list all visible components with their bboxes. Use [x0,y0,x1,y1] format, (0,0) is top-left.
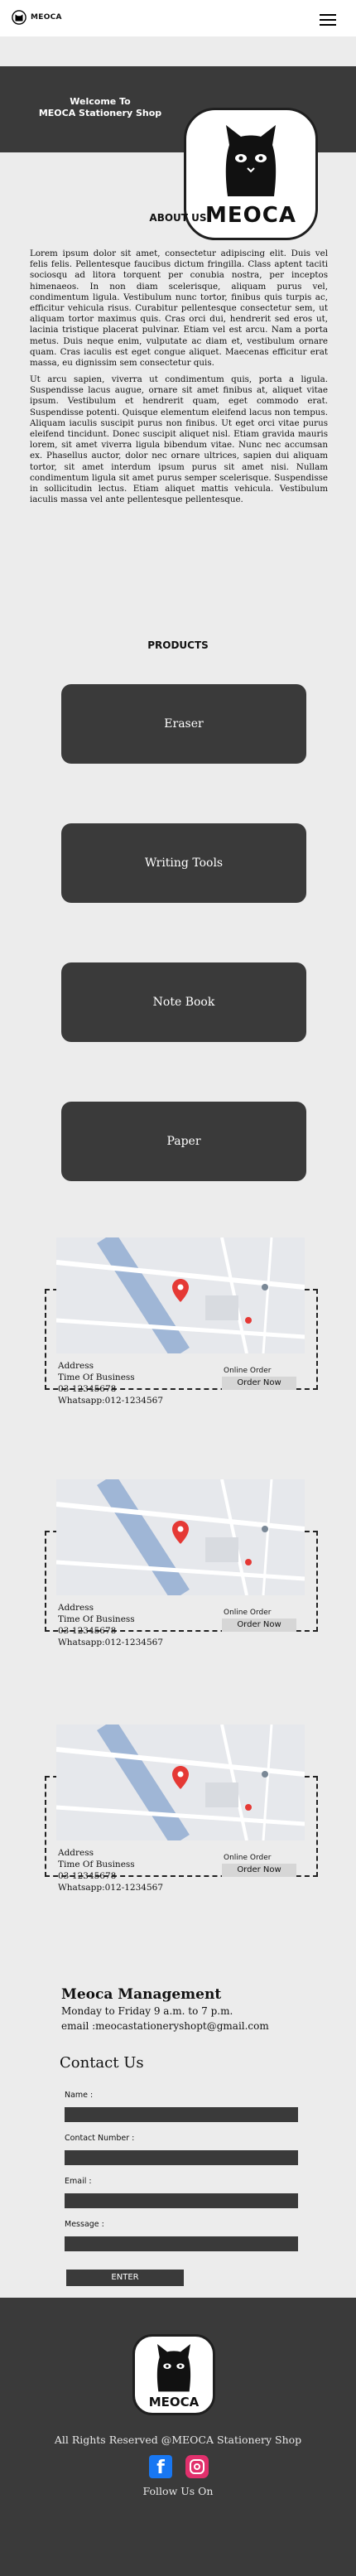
name-input[interactable] [65,2107,298,2122]
online-order-label: Online Order [224,1367,272,1375]
store-card: Address Time Of Business 03-12345678 Wha… [45,1725,318,1893]
cat-logo-icon [12,10,26,25]
hero-title: Welcome To MEOCA Stationery Shop [22,96,179,119]
store-phone: 03-12345678 [58,1871,117,1881]
store-hours: Time Of Business [58,1372,135,1382]
online-order-label: Online Order [224,1609,272,1617]
follow-us-text: Follow Us On [142,2485,214,2497]
product-writing-tools-button[interactable]: Writing Tools [61,823,306,903]
online-order-label: Online Order [224,1854,272,1862]
enter-button[interactable]: ENTER [66,2270,184,2286]
facebook-icon[interactable]: f [149,2455,172,2478]
brand-name: MEOCA [31,13,62,22]
management-hours: Monday to Friday 9 a.m. to 7 p.m. [61,2005,233,2017]
cat-logo-icon [156,2344,191,2392]
store-whatsapp: Whatsapp:012-1234567 [58,1638,164,1647]
contact-number-input[interactable] [65,2150,298,2165]
about-paragraph-1: Lorem ipsum dolor sit amet, consectetur … [30,248,328,369]
order-now-button[interactable]: Order Now [222,1864,296,1877]
footer: MEOCA All Rights Reserved @MEOCA Station… [0,2298,356,2576]
name-label: Name : [65,2091,94,2100]
footer-logo: MEOCA [132,2334,215,2415]
footer-logo-text: MEOCA [148,2395,200,2410]
social-links: f [149,2455,209,2478]
cat-logo-icon [225,125,277,196]
order-now-button[interactable]: Order Now [222,1377,296,1390]
message-input[interactable] [65,2236,298,2251]
store-map[interactable] [56,1237,305,1353]
product-paper-button[interactable]: Paper [61,1102,306,1181]
contact-number-label: Contact Number : [65,2134,135,2143]
store-address: Address [58,1361,94,1371]
message-label: Message : [65,2220,104,2229]
store-info: Address Time Of Business 03-12345678 Wha… [58,1360,163,1406]
management-title: Meoca Management [61,1986,222,2003]
product-note-book-button[interactable]: Note Book [61,962,306,1042]
about-paragraph-2: Ut arcu sapien, viverra ut condimentum q… [30,374,328,505]
store-phone: 03-12345678 [58,1384,117,1394]
email-label: Email : [65,2177,92,2186]
email-input[interactable] [65,2193,298,2208]
store-info: Address Time Of Business 03-12345678 Wha… [58,1847,163,1893]
top-bar: MEOCA [0,0,356,36]
store-card: Address Time Of Business 03-12345678 Wha… [45,1479,318,1647]
store-info: Address Time Of Business 03-12345678 Wha… [58,1602,163,1648]
store-whatsapp: Whatsapp:012-1234567 [58,1883,164,1893]
store-map[interactable] [56,1725,305,1840]
store-phone: 03-12345678 [58,1626,117,1636]
brand-logo[interactable]: MEOCA [12,10,62,25]
products-heading: PRODUCTS [147,639,209,651]
about-heading: ABOUT US [149,212,207,224]
order-now-button[interactable]: Order Now [222,1618,296,1632]
store-address: Address [58,1603,94,1613]
store-map[interactable] [56,1479,305,1595]
store-hours: Time Of Business [58,1860,135,1869]
instagram-icon[interactable] [185,2455,209,2478]
store-hours: Time Of Business [58,1614,135,1624]
management-info: Meoca Management Monday to Friday 9 a.m.… [61,1986,326,2033]
copyright-text: All Rights Reserved @MEOCA Stationery Sh… [54,2434,302,2446]
hero-title-line-2: MEOCA Stationery Shop [38,108,162,118]
store-card: Address Time Of Business 03-12345678 Wha… [45,1237,318,1406]
contact-title: Contact Us [60,2054,144,2072]
product-eraser-button[interactable]: Eraser [61,684,306,764]
management-email: email :meocastationeryshopt@gmail.com [61,2020,269,2032]
hero-banner: Welcome To MEOCA Stationery Shop MEOCA [0,66,356,240]
store-address: Address [58,1848,94,1858]
hero-title-line-1: Welcome To [70,96,131,107]
hamburger-menu-icon[interactable] [320,14,336,26]
store-whatsapp: Whatsapp:012-1234567 [58,1396,164,1406]
